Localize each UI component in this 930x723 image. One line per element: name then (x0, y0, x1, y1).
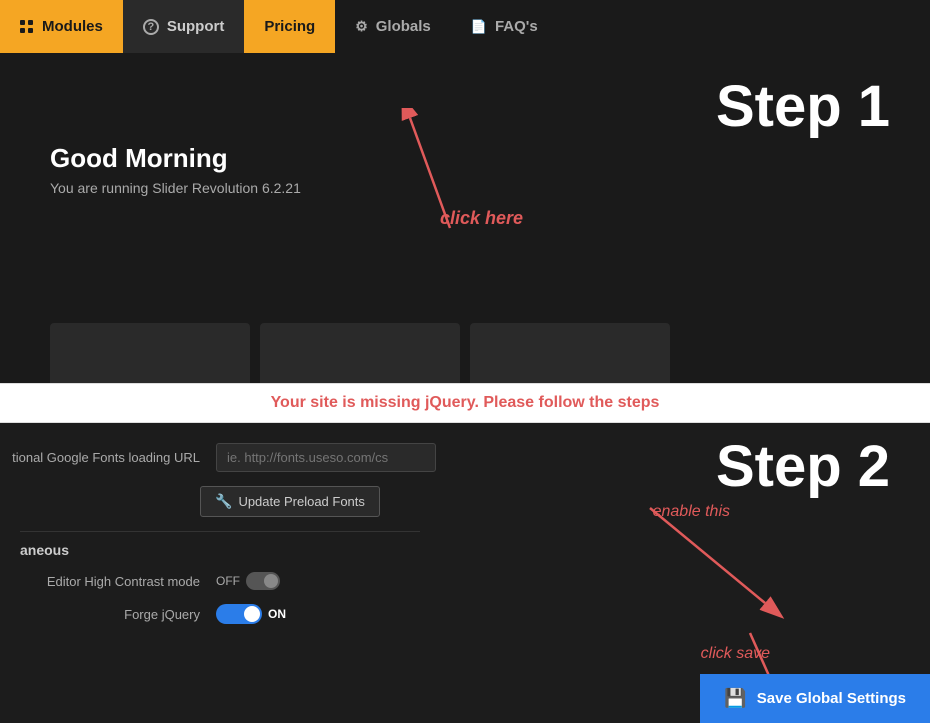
step1-area: Step 1 Good Morning You are running Slid… (0, 53, 930, 383)
support-icon: ? (143, 19, 159, 35)
nav-faqs[interactable]: 📄 FAQ's (451, 0, 558, 53)
misc-label: aneous (20, 542, 69, 558)
warning-banner: Your site is missing jQuery. Please foll… (0, 383, 930, 423)
font-url-label: tional Google Fonts loading URL (0, 450, 200, 465)
top-nav: Modules ? Support Pricing ⚙ Globals 📄 FA… (0, 0, 930, 53)
click-here-label: click here (440, 208, 523, 229)
contrast-state: OFF (216, 574, 240, 588)
warning-text: Your site is missing jQuery. Please foll… (271, 394, 660, 411)
nav-modules[interactable]: Modules (0, 0, 123, 53)
modules-grid-icon (20, 20, 34, 34)
nav-support-label: Support (167, 18, 225, 35)
save-btn-label: Save Global Settings (757, 690, 906, 707)
card3 (470, 323, 670, 383)
contrast-toggle-thumb (264, 574, 278, 588)
nav-pricing[interactable]: Pricing (244, 0, 335, 53)
font-url-input[interactable] (216, 443, 436, 472)
nav-globals[interactable]: ⚙ Globals (335, 0, 451, 53)
gear-icon: ⚙ (355, 18, 368, 35)
card1 (50, 323, 250, 383)
nav-modules-label: Modules (42, 18, 103, 35)
forge-jquery-track[interactable] (216, 604, 262, 624)
nav-globals-label: Globals (376, 18, 431, 35)
save-global-settings-button[interactable]: 💾 Save Global Settings (700, 674, 930, 723)
faqs-icon: 📄 (471, 19, 487, 35)
forge-jquery-thumb (244, 606, 260, 622)
nav-support[interactable]: ? Support (123, 0, 245, 53)
nav-faqs-label: FAQ's (495, 18, 538, 35)
save-icon: 💾 (724, 688, 746, 709)
forge-jquery-toggle[interactable]: ON (216, 604, 286, 624)
forge-jquery-label: Forge jQuery (0, 607, 200, 622)
contrast-toggle[interactable]: OFF (216, 572, 280, 590)
contrast-toggle-track[interactable] (246, 572, 280, 590)
arrow2-svg (600, 488, 800, 628)
update-fonts-label: Update Preload Fonts (238, 494, 364, 509)
forge-jquery-state: ON (268, 607, 286, 621)
card2 (260, 323, 460, 383)
wrench-icon: 🔧 (215, 493, 232, 510)
divider (20, 531, 420, 532)
step1-label: Step 1 (716, 73, 890, 140)
nav-pricing-label: Pricing (264, 18, 315, 35)
contrast-label: Editor High Contrast mode (0, 574, 200, 589)
step2-area: Step 2 tional Google Fonts loading URL 🔧… (0, 423, 930, 723)
update-fonts-button[interactable]: 🔧 Update Preload Fonts (200, 486, 380, 517)
